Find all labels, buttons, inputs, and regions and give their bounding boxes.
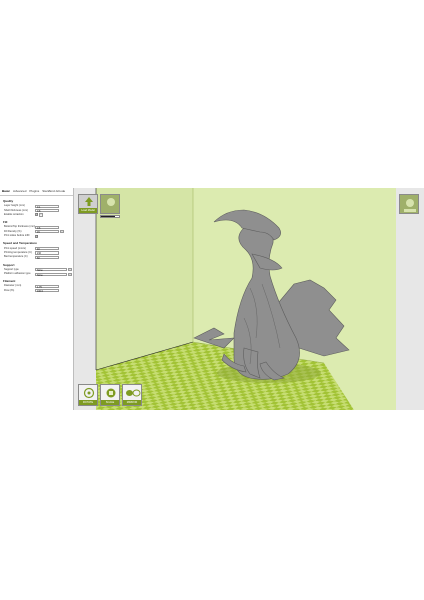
rotate-icon	[83, 387, 95, 399]
setting-input[interactable]: 0.1	[35, 204, 59, 209]
scale-icon	[106, 388, 116, 398]
setting-row: Platform adhesion type None...	[4, 272, 73, 277]
tab-start-end-gcode[interactable]: Start/End-GCode	[42, 189, 65, 195]
section-title: Speed and Temperature	[3, 241, 37, 246]
setting-label: Enable retraction	[4, 212, 24, 216]
tab-plugins[interactable]: Plugins	[29, 189, 39, 195]
setting-options-button[interactable]: ...	[60, 230, 64, 234]
mirror-label: MIRROR	[126, 401, 138, 404]
scale-button[interactable]: SCALE	[100, 384, 120, 406]
setting-input[interactable]: 1.75	[35, 284, 59, 289]
section-title: Filament	[3, 279, 16, 284]
setting-input[interactable]: 60	[35, 255, 59, 260]
view-mode-button[interactable]	[399, 194, 419, 214]
load-model-button[interactable]: Load Model	[78, 194, 98, 214]
load-icon	[85, 197, 93, 206]
mirror-icon	[126, 389, 141, 397]
setting-input[interactable]: 210	[35, 251, 59, 255]
setting-input[interactable]: 15	[35, 230, 59, 234]
setting-label: Layer height (mm)	[4, 204, 26, 208]
setting-label: Print sides before infill	[4, 234, 30, 238]
3d-viewport[interactable]: Load Model ROTATE SCALE MIRROR	[74, 188, 424, 410]
setting-label: Bottom/Top thickness (mm)	[4, 225, 35, 229]
setting-input[interactable]: 0.8	[35, 208, 59, 213]
setting-label: Print speed (mm/s)	[4, 246, 26, 250]
progress-bar	[100, 215, 120, 218]
setting-label: Platform adhesion type	[4, 272, 31, 276]
settings-panel: Basic Advanced Plugins Start/End-GCode Q…	[0, 188, 74, 410]
setting-select[interactable]: None	[35, 272, 67, 277]
mirror-button[interactable]: MIRROR	[122, 384, 142, 406]
settings-sections: Quality Layer height (mm) 0.1 Shell thickne…	[0, 199, 73, 293]
setting-label: Fill Density (%)	[4, 229, 22, 233]
setting-row: Print sides before infill ✓	[4, 234, 73, 238]
section-title: Quality	[3, 199, 14, 203]
setting-checkbox[interactable]: ✓	[35, 234, 38, 238]
section-title: Support	[3, 262, 15, 267]
setting-select[interactable]: None	[35, 268, 67, 272]
setting-row: Flow (%) 100.0	[4, 289, 73, 293]
setting-options-button[interactable]: ...	[68, 272, 72, 276]
progress-fill	[101, 216, 116, 217]
right-margin	[396, 188, 424, 410]
load-model-label: Load Model	[81, 209, 95, 212]
print-button[interactable]	[100, 194, 120, 214]
setting-label: Flow (%)	[4, 288, 15, 292]
setting-label: Shell thickness (mm)	[4, 208, 29, 212]
setting-label: Support type	[4, 267, 19, 271]
setting-row: Bed temperature (C) 60	[4, 255, 73, 260]
section-title: Fill	[3, 220, 8, 225]
scale-label: SCALE	[105, 401, 115, 404]
setting-label: Bed temperature (C)	[4, 255, 28, 259]
setting-input[interactable]: 100.0	[35, 289, 59, 293]
tab-advanced[interactable]: Advanced	[13, 189, 26, 195]
build-volume-scene	[95, 188, 424, 410]
tab-basic[interactable]: Basic	[2, 189, 10, 195]
print-icon	[107, 198, 115, 206]
setting-options-button[interactable]: ...	[39, 213, 43, 217]
setting-label: Diameter (mm)	[4, 284, 22, 288]
settings-tabs: Basic Advanced Plugins Start/End-GCode	[0, 188, 73, 196]
cura-window: Basic Advanced Plugins Start/End-GCode Q…	[0, 188, 424, 410]
rotate-button[interactable]: ROTATE	[78, 384, 98, 406]
setting-row: Enable retraction ✓...	[4, 213, 73, 217]
setting-checkbox[interactable]: ✓	[35, 213, 38, 217]
view-mode-icon	[404, 199, 416, 212]
setting-options-button[interactable]: ...	[68, 268, 72, 272]
setting-input[interactable]: 40	[35, 246, 59, 251]
setting-input[interactable]: 0.6	[35, 225, 59, 230]
rotate-label: ROTATE	[82, 401, 94, 404]
setting-label: Printing temperature (C)	[4, 250, 32, 254]
